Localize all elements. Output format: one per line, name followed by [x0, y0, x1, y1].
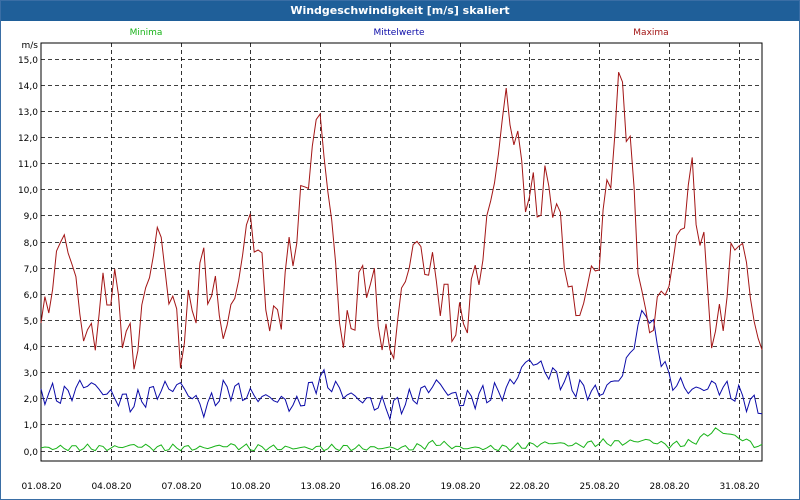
- y-tick-label: 14,0: [18, 82, 38, 92]
- x-tick-label: 22.08.20: [509, 482, 549, 492]
- legend-mittelwerte: Mittelwerte: [373, 28, 424, 38]
- y-tick-label: 8,0: [24, 239, 39, 249]
- chart-window: Windgeschwindigkeit [m/s] skaliert 0,0 1,…: [0, 0, 800, 500]
- series-line-minima: [40, 427, 763, 452]
- y-tick-label: 9,0: [24, 212, 39, 222]
- legend-minima: Minima: [130, 28, 163, 38]
- x-tick-label: 13.08.20: [300, 482, 340, 492]
- legend: Minima Mittelwerte Maxima: [130, 28, 669, 38]
- legend-maxima: Maxima: [633, 28, 668, 38]
- series-line-maxima: [40, 72, 763, 370]
- y-tick-label: 13,0: [18, 108, 38, 118]
- y-tick-label: 2,0: [24, 395, 39, 405]
- y-tick-label: 11,0: [18, 160, 38, 170]
- grid: [41, 43, 762, 461]
- y-tick-label: 3,0: [24, 369, 39, 379]
- x-tick-label: 28.08.20: [649, 482, 689, 492]
- y-tick-label: 10,0: [18, 186, 38, 196]
- y-axis-unit: m/s: [22, 41, 39, 51]
- series-lines: [40, 72, 763, 452]
- y-tick-label: 1,0: [24, 421, 39, 431]
- x-tick-label: 19.08.20: [440, 482, 480, 492]
- x-tick-label: 25.08.20: [579, 482, 619, 492]
- x-tick-label: 10.08.20: [230, 482, 270, 492]
- y-tick-label: 0,0: [24, 448, 39, 458]
- y-tick-label: 6,0: [24, 291, 39, 301]
- y-tick-label: 4,0: [24, 343, 39, 353]
- y-tick-label: 15,0: [18, 56, 38, 66]
- x-tick-label: 04.08.20: [91, 482, 131, 492]
- tick-labels: 0,0 1,0 2,0 3,0 4,0 5,0 6,0 7,0 8,0 9,0 10,0 11,0 12…: [18, 41, 760, 492]
- line-chart: 0,0 1,0 2,0 3,0 4,0 5,0 6,0 7,0 8,0 9,0 10,0 11,0 12…: [18, 28, 763, 492]
- y-tick-label: 12,0: [18, 134, 38, 144]
- y-tick-label: 5,0: [24, 317, 39, 327]
- x-tick-label: 07.08.20: [161, 482, 201, 492]
- x-tick-label: 31.08.20: [719, 482, 759, 492]
- y-tick-label: 7,0: [24, 265, 39, 275]
- x-tick-label: 01.08.20: [21, 482, 61, 492]
- x-tick-label: 16.08.20: [370, 482, 410, 492]
- window-title: Windgeschwindigkeit [m/s] skaliert: [1, 1, 799, 21]
